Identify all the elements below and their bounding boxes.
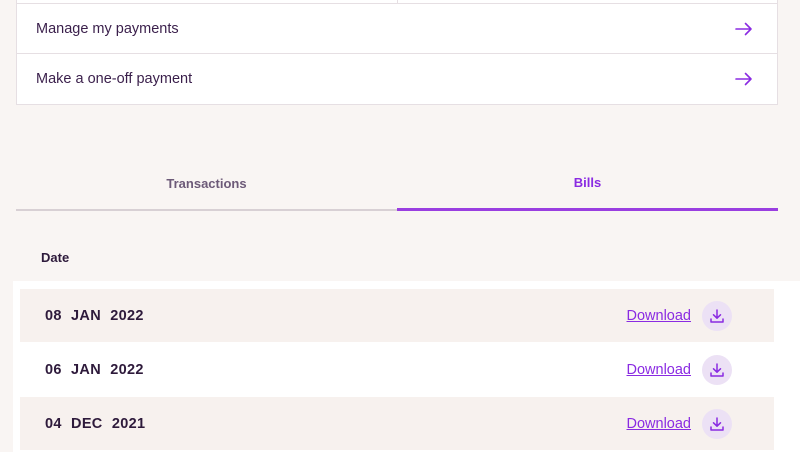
arrow-right-icon [735,22,752,35]
bill-date: 06 JAN 2022 [45,361,144,378]
bill-actions: Download [627,354,732,385]
download-icon [710,362,724,377]
action-label: Make a one-off payment [36,71,193,87]
arrow-right-icon [735,72,752,86]
bills-list: 08 JAN 2022 Download 06 JAN 2022 Downloa… [13,281,800,452]
download-link[interactable]: Download [627,416,692,432]
bill-date: 08 JAN 2022 [45,307,144,324]
manage-payments-link[interactable]: Manage my payments [17,4,777,54]
bill-actions: Download [627,300,732,331]
download-icon [710,308,724,323]
tab-bar: Transactions Bills [16,165,778,211]
date-column-header: Date [41,250,70,265]
bill-date: 04 DEC 2021 [45,415,146,432]
download-button[interactable] [702,354,732,385]
one-off-payment-link[interactable]: Make a one-off payment [17,54,777,104]
tab-bills[interactable]: Bills [397,165,778,211]
payment-actions-card: Manage my payments Make a one-off paymen… [16,0,778,105]
download-link[interactable]: Download [627,362,692,378]
download-button[interactable] [702,408,732,439]
download-link[interactable]: Download [627,308,692,324]
bill-actions: Download [627,408,732,439]
action-label: Manage my payments [36,20,179,37]
bill-row: 06 JAN 2022 Download [20,343,774,396]
bill-row: 04 DEC 2021 Download [20,397,774,450]
billing-page: Manage my payments Make a one-off paymen… [0,0,800,452]
tab-transactions[interactable]: Transactions [16,165,397,211]
download-button[interactable] [702,300,732,331]
bill-row: 08 JAN 2022 Download [20,289,774,342]
download-icon [710,416,724,431]
